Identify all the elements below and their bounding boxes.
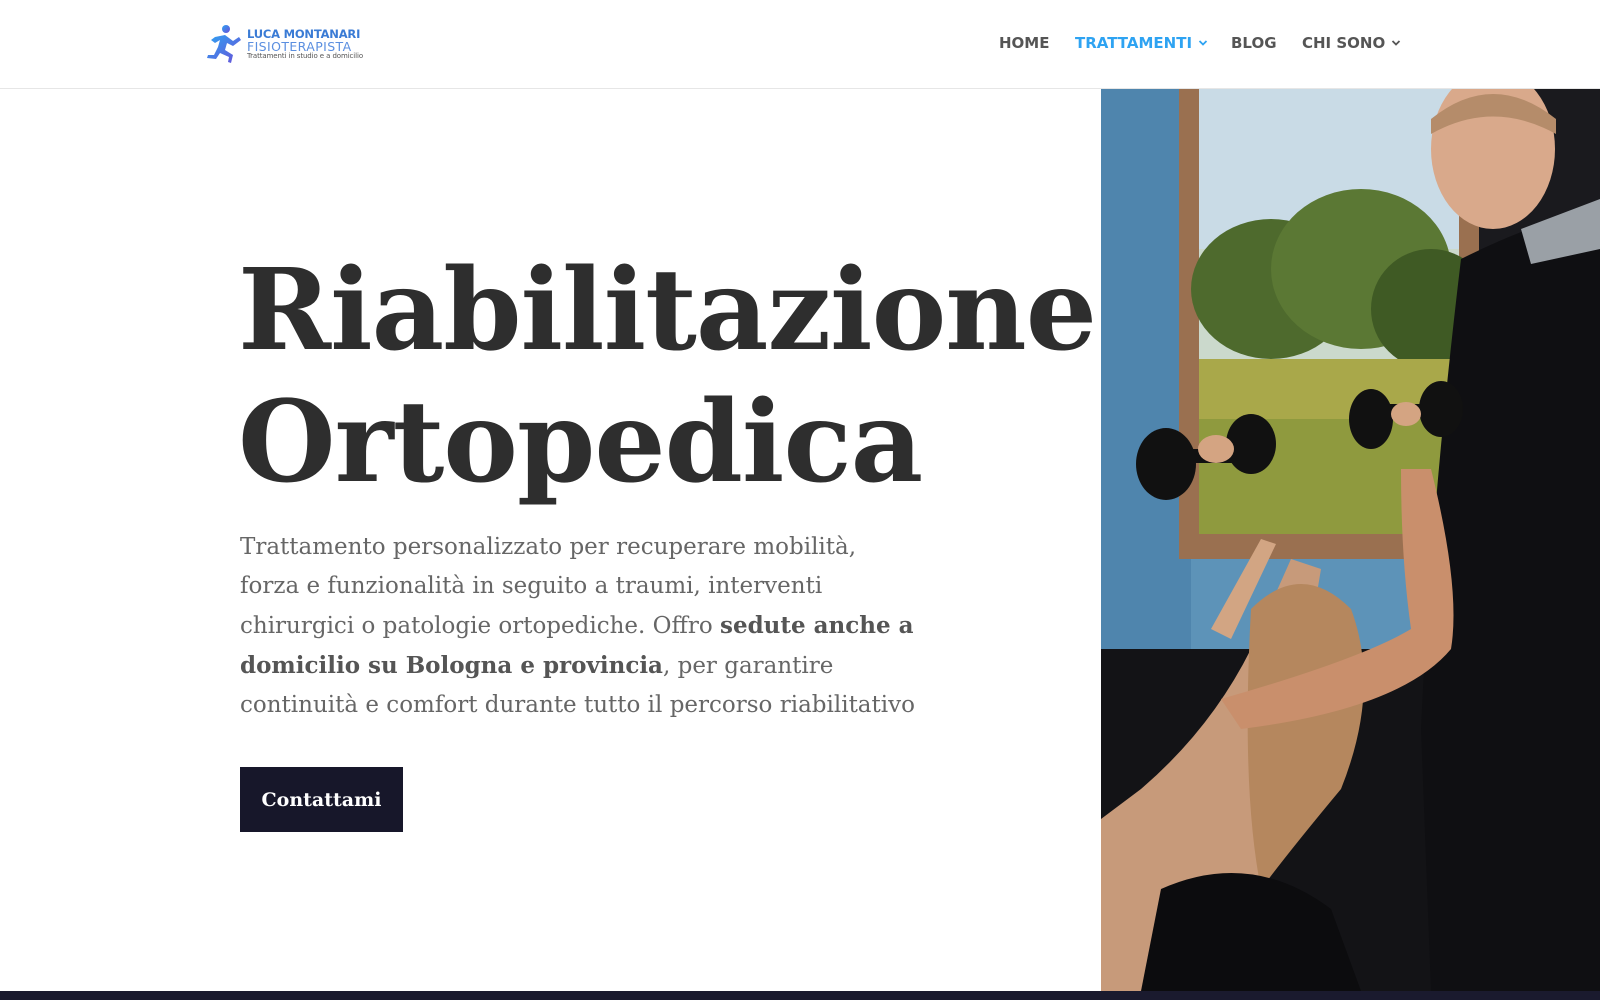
hero-title-line-1: Riabilitazione — [238, 245, 1097, 376]
nav-item-blog[interactable]: BLOG — [1231, 34, 1277, 52]
nav-item-label: TRATTAMENTI — [1075, 34, 1193, 52]
chevron-down-icon — [1392, 40, 1401, 46]
nav-item-label: BLOG — [1231, 34, 1277, 52]
chevron-down-icon — [1198, 40, 1208, 46]
hero-title-line-2: Ortopedica — [238, 377, 923, 508]
nav-item-home[interactable]: HOME — [999, 34, 1049, 52]
nav-item-chi-sono[interactable]: CHI SONO — [1302, 34, 1401, 52]
site-header: LUCA MONTANARI FISIOTERAPISTA Trattament… — [0, 0, 1600, 89]
physio-training-image — [1101, 89, 1600, 991]
hero-photo — [1101, 89, 1600, 991]
nav-item-label: CHI SONO — [1302, 34, 1386, 52]
nav-item-trattamenti[interactable]: TRATTAMENTI — [1075, 34, 1208, 52]
main-nav: HOME TRATTAMENTI BLOG CHI SONO — [0, 34, 1600, 56]
hero-description: Trattamento personalizzato per recuperar… — [240, 528, 920, 725]
contact-button[interactable]: Contattami — [240, 767, 403, 832]
nav-item-label: HOME — [999, 34, 1050, 52]
footer-strip — [0, 991, 1600, 1000]
hero-title: Riabilitazione Ortopedica — [238, 245, 1097, 509]
